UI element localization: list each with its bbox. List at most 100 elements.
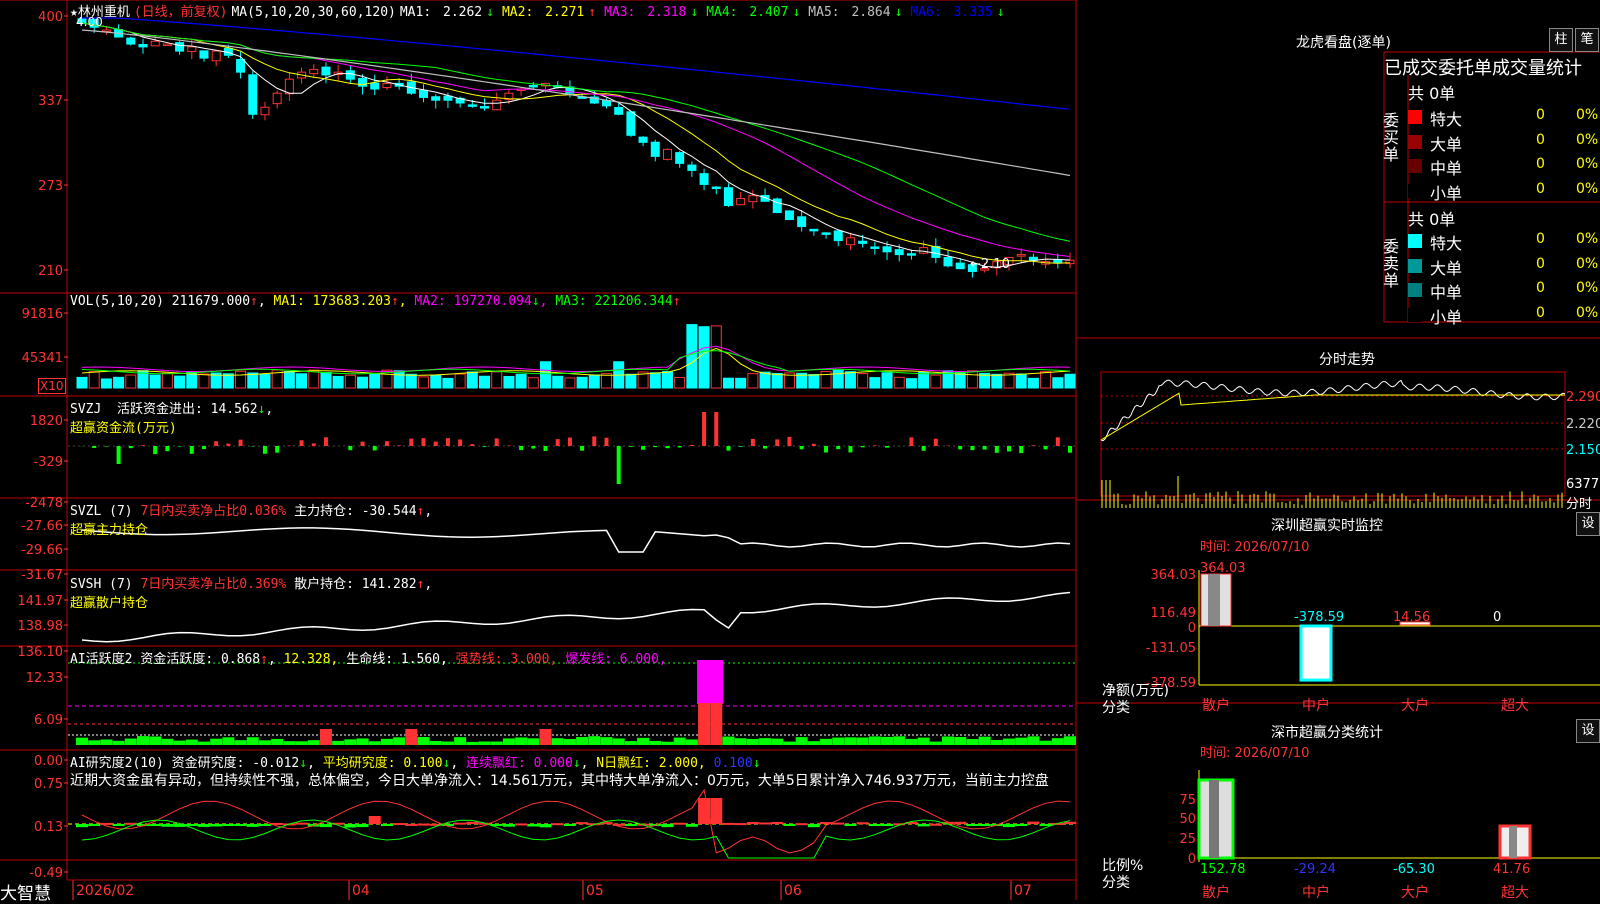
ai2-bar [198, 742, 210, 745]
volume-bar [626, 374, 636, 388]
svzj-bar [739, 446, 743, 447]
air-l4: N日飘红: [596, 756, 651, 771]
volume-bar [370, 374, 380, 388]
ma-item-arrow: ↓ [997, 5, 1005, 20]
candle-body [383, 83, 391, 87]
x-axis-label: 07 [1014, 883, 1032, 899]
svzj-bar [544, 446, 548, 451]
volume-bar [589, 375, 599, 388]
ai2-bar [235, 740, 247, 745]
volume-bar [358, 377, 368, 388]
svzj-tick: -2478 [25, 496, 63, 511]
svzj-bar [483, 446, 487, 447]
ai2-bar [613, 738, 625, 745]
color-swatch [1408, 283, 1422, 297]
svzl-name: SVZL (7) [70, 504, 133, 519]
classify-value-label: -65.30 [1393, 862, 1435, 877]
ai2-bar [515, 737, 527, 745]
ai2-bar [430, 741, 442, 745]
vol-tick: 91816 [22, 307, 63, 322]
svzj-bar [909, 437, 913, 446]
svzl-label: 主力持仓: [294, 504, 354, 519]
candle-body [127, 38, 135, 44]
volume-bar [199, 374, 209, 388]
air-bar [710, 798, 722, 824]
candle-body [920, 248, 928, 254]
vol-ma3-label: MA3: [555, 294, 586, 309]
ai2-bar [503, 738, 515, 745]
vol-ma2-arrow: ↓ [532, 294, 540, 309]
volume-bar [480, 376, 490, 388]
ai2-bar [783, 742, 795, 745]
monitor-bar [1301, 626, 1331, 680]
vol-ma3-arrow: ↑ [673, 294, 681, 309]
air-bar [369, 816, 381, 824]
svzj-bar [165, 446, 169, 451]
ai2-bar [247, 737, 259, 745]
air-a3: ↓ [573, 756, 581, 771]
ai2-bar [686, 739, 698, 745]
classify-tick: 25 [1179, 832, 1196, 847]
tab-column[interactable]: 柱 [1549, 28, 1573, 52]
svzj-bar [1007, 446, 1011, 451]
ma-item-label: MA1: [400, 5, 439, 20]
monitor-category-label: 超大 [1501, 698, 1529, 714]
row-name: 大单 [1430, 255, 1462, 279]
volume-bar [321, 372, 331, 388]
ai2-bar [918, 738, 930, 745]
svzj-bar [202, 446, 206, 449]
svzj-bar [604, 438, 608, 446]
vol-ma1-arrow: ↑ [391, 294, 399, 309]
ma-item-arrow: ↓ [690, 5, 698, 20]
row-count: 0 [1536, 305, 1545, 321]
svzj-bar [1044, 446, 1048, 449]
monitor-value-label: 364.03 [1200, 561, 1246, 576]
svzj-bar [665, 446, 669, 448]
volume-bar [175, 376, 185, 388]
volume-bar [699, 327, 709, 388]
ai2-bar [418, 737, 430, 745]
fenshi-price-line [1101, 380, 1565, 441]
ai2-arrow: ↑ [260, 652, 268, 667]
row-percent: 0% [1576, 181, 1598, 197]
ai2-bar [161, 739, 173, 745]
svzj-bar [1031, 445, 1035, 446]
monitor-setting-button[interactable]: 设 [1576, 512, 1600, 536]
volume-ma-line-2 [82, 346, 1070, 371]
fenshi-tick-2: 2.150 [1566, 443, 1600, 458]
ma-item-6: MA6: 3.335↓ [910, 5, 1008, 20]
row-name: 特大 [1430, 230, 1462, 254]
ai2-bar [808, 741, 820, 745]
row-percent: 0% [1576, 231, 1598, 247]
svzj-bar [519, 446, 523, 450]
air-bar [918, 824, 930, 826]
volume-bar [284, 371, 294, 388]
volume-bar [150, 375, 160, 388]
sell-row-3: 中单00% [1408, 277, 1600, 301]
svzj-name: SVZJ [70, 402, 101, 417]
svzj-bar [787, 437, 791, 446]
classify-setting-button[interactable]: 设 [1576, 719, 1600, 743]
candle-body [139, 44, 147, 46]
row-percent: 0% [1576, 156, 1598, 172]
stock-name[interactable]: ★林州重机 [70, 5, 130, 20]
row-percent: 0% [1576, 305, 1598, 321]
air-bar [1064, 822, 1076, 824]
fenshi-frame [1101, 372, 1565, 496]
air-v3: 0.000 [534, 756, 573, 771]
candle-body [944, 257, 952, 265]
fenshi-unit: 分时 [1566, 493, 1592, 512]
volume-bar [919, 372, 929, 388]
air-bar [381, 824, 393, 826]
tab-stroke[interactable]: 笔 [1575, 28, 1599, 52]
svsh-name: SVSH (7) [70, 577, 133, 592]
air-v5: 0.100 [714, 756, 753, 771]
svsh-label: 散户持仓: [294, 577, 354, 592]
svzj-bar [580, 446, 584, 451]
air-bar [247, 824, 259, 827]
ma-item-value: 2.318 [647, 5, 686, 20]
ai2-bar [259, 740, 271, 745]
ma-item-label: MA2: [502, 5, 541, 20]
vol-ma3: MA3: 221206.344↑ [555, 294, 680, 309]
svzj-bar [458, 439, 462, 446]
